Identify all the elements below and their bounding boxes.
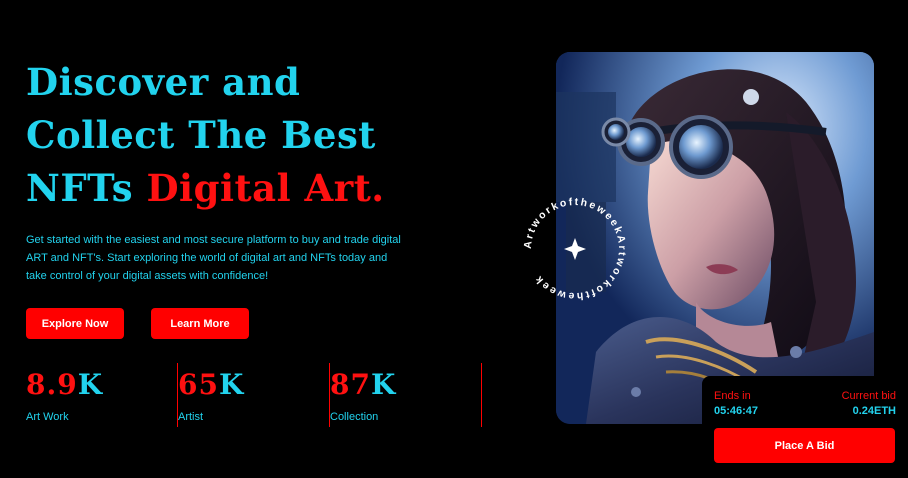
learn-more-button[interactable]: Learn More [151,308,249,339]
stat-artist-label: Artist [178,411,204,423]
stat-collection-value: 87K [330,368,397,401]
sparkle-icon [564,238,586,260]
stat-collection: 87K Collection [330,363,482,427]
ends-in-label: Ends in [714,390,751,402]
stat-artist: 65K Artist [178,363,330,427]
hero-title-line-3a: NFTs [26,166,147,210]
hero-title: Discover and Collect The Best NFTs Digit… [26,56,446,215]
stat-artwork-value: 8.9K [26,368,104,401]
ends-in-timer: 05:46:47 [714,405,759,417]
stat-artwork-label: Art Work [26,411,69,423]
place-bid-button[interactable]: Place A Bid [714,428,895,463]
explore-now-button[interactable]: Explore Now [26,308,124,339]
stat-artist-value: 65K [178,368,245,401]
stat-artwork: 8.9K Art Work [26,363,178,427]
hero-title-highlight: Digital Art. [146,166,385,210]
stat-divider [481,363,482,427]
bid-card: Ends in 05:46:47 Current bid 0.24ETH Pla… [702,376,902,474]
stats-row: 8.9K Art Work 65K Artist 87K Collection [26,363,482,427]
hero-title-line-2: Collect The Best [26,113,376,157]
current-bid-value: 0.24ETH [852,405,896,417]
artwork-of-the-week-badge: ArtworkoftheweekArtworkoftheweek [516,190,634,308]
stat-collection-label: Collection [330,411,379,423]
current-bid-label: Current bid [841,390,896,402]
hero-section: Discover and Collect The Best NFTs Digit… [0,0,908,478]
hero-description: Get started with the easiest and most se… [26,234,401,282]
hero-title-line-1: Discover and [26,60,301,104]
